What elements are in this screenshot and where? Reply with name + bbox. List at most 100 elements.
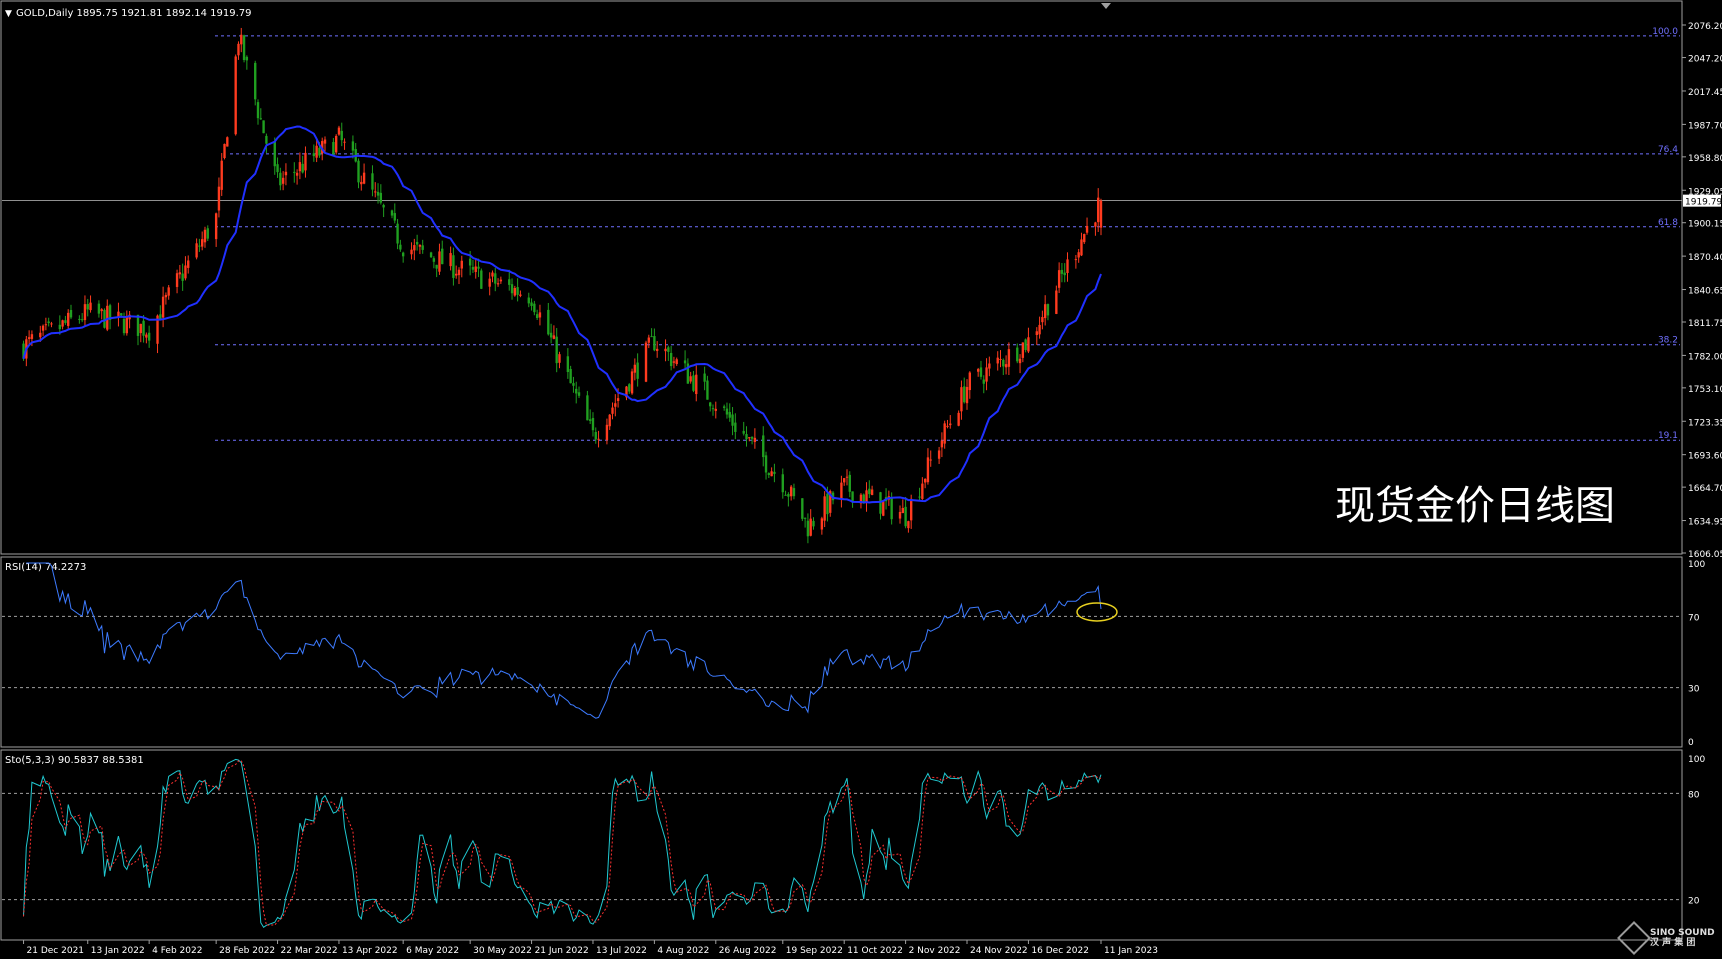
candle-body [390,210,394,216]
candle-body [1085,225,1089,233]
sto-signal-line [23,760,1102,926]
time-axis: 21 Dec 2021 13 Jan 2022 4 Feb 2022 28 Feb 2… [23,940,1158,956]
time-tick-label: 4 Aug 2022 [657,946,709,956]
candle-body [401,252,405,257]
candle-body [533,303,536,313]
candle-body [226,137,229,147]
candle-body [734,422,737,432]
candle-body [753,437,757,443]
candle-body [304,152,307,171]
candle-body [1004,364,1008,368]
candle-body [362,172,366,184]
candle-body [265,135,268,144]
candle-body [675,359,678,365]
candle-body [147,332,151,341]
candle-body [976,369,980,372]
candle-body [494,273,497,284]
candle-body [78,318,81,320]
price-tick-label: 1900.15 [1688,220,1722,230]
candle-body [890,497,893,520]
chart-overlay-title: 现货金价日线图 [1335,483,1615,529]
fib-label: 19.1 [1658,431,1678,441]
candle-body [122,318,126,334]
rsi-axis: 100 70 30 0 [1688,560,1705,748]
candle-body [728,411,731,418]
candle-body [281,177,285,184]
rsi-line [26,562,1102,719]
candle-body [549,332,553,338]
candle-body [97,303,101,314]
candle-body [762,435,765,458]
candle-body [396,223,399,244]
candle-body [667,347,670,352]
candle-body [711,408,715,410]
candle-body [379,192,383,203]
candle-body [142,320,145,336]
price-tick-label: 1870.40 [1688,253,1722,263]
candle-body [806,520,810,537]
rsi-polyline [26,562,1102,719]
candle-body [985,367,988,382]
candle-body [803,517,807,519]
candle-body [318,147,321,156]
current-price-line: 1919.79 [2,194,1722,208]
time-tick-label: 13 Jan 2022 [91,946,145,956]
candle-body [918,496,921,498]
candle-body [47,321,50,324]
price-tick-label: 1782.00 [1688,352,1722,362]
candle-body [343,141,346,143]
candle-body [608,414,611,427]
candle-body [767,473,771,475]
candle-body [1035,331,1038,336]
shift-marker-icon[interactable] [1101,3,1111,9]
candle-body [709,402,712,407]
candle-body [789,486,793,497]
candle-body [337,127,341,135]
candle-body [234,56,237,135]
candle-body [323,139,327,144]
candle-body [516,287,519,295]
candle-body [1077,252,1080,258]
candle-body [1063,272,1066,276]
candle-body [69,310,73,318]
candle-body [535,314,539,318]
candle-body [510,284,514,294]
fib-levels: 100.0 76.4 61.8 38.2 19.1 [215,27,1680,441]
candle-body [418,244,422,247]
candle-body [586,395,589,421]
candle-body [575,388,578,394]
candle-body [965,386,969,404]
candle-body [960,387,963,412]
candle-body [58,324,62,330]
candle-body [569,368,572,384]
fib-label: 76.4 [1658,145,1678,155]
candle-body [332,142,335,156]
candle-body [471,266,475,270]
price-tick-label: 2017.45 [1688,88,1722,98]
time-tick-label: 4 Feb 2022 [152,946,202,956]
candle-body [413,245,416,251]
logo-text-cn: 汉 声 集 团 [1650,938,1696,948]
candlesticks [22,27,1103,544]
candle-body [538,312,542,318]
price-axis: 2076.20 2047.20 2017.45 1987.70 1958.80 1929.… [1682,22,1722,560]
candle-body [695,374,698,395]
candle-body [764,455,768,473]
time-tick-label: 26 Aug 2022 [719,946,777,956]
fib-label: 38.2 [1658,336,1678,346]
candle-body [943,423,946,444]
candle-body [594,431,597,440]
candle-body [1007,349,1011,367]
candle-body [597,438,600,440]
candle-body [840,482,843,500]
candle-body [198,245,201,247]
candle-body [136,314,140,336]
candle-body [340,130,343,141]
candle-body [100,309,103,312]
price-tick-label: 1664.70 [1688,484,1722,494]
candle-body [882,500,885,516]
candle-body [577,392,581,396]
collapse-triangle-icon[interactable]: ▼ [5,9,12,19]
candle-body [273,141,276,167]
candle-body [237,43,240,56]
